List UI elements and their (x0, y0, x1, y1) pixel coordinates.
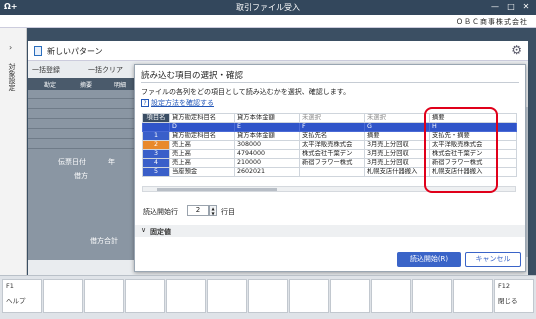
table-cell: 札幌支店什器搬入 (364, 167, 430, 177)
close-icon[interactable]: ✕ (519, 1, 533, 13)
title-bar: Ω+ 取引ファイル受入 — □ ✕ (0, 0, 536, 15)
table-cell: 貸方本体金額 (234, 131, 300, 141)
start-import-button[interactable]: 読込開始(R) (397, 252, 461, 267)
row-number: 4 (142, 158, 170, 168)
function-key[interactable] (166, 279, 206, 313)
row-number: 5 (142, 167, 170, 177)
pattern-title: 新しいパターン (47, 47, 103, 56)
function-key[interactable] (43, 279, 83, 313)
row-number: 1 (142, 131, 170, 141)
table-cell: 3月売上分回収 (364, 140, 430, 150)
target-settings-label[interactable]: 対象設定 (7, 63, 17, 91)
maximize-icon[interactable]: □ (504, 1, 518, 13)
scrollbar-thumb[interactable] (157, 188, 277, 191)
table-cell: 308000 (234, 140, 300, 150)
table-cell: 支払先名 (299, 131, 365, 141)
cancel-button[interactable]: キャンセル (465, 252, 521, 267)
document-icon (34, 46, 42, 56)
gear-icon[interactable]: ⚙ (511, 43, 522, 57)
expand-arrow-icon[interactable]: › (9, 43, 12, 52)
table-cell: 株式会社千葉デン (299, 149, 365, 159)
table-cell: 売上高 (169, 140, 235, 150)
minimize-icon[interactable]: — (488, 1, 502, 13)
column-letter[interactable]: G (364, 122, 430, 132)
function-key[interactable] (289, 279, 329, 313)
function-key[interactable] (330, 279, 370, 313)
table-cell: 売上高 (169, 158, 235, 168)
table-cell: 2602021 (234, 167, 300, 177)
f12-close-key[interactable]: F12 閉じる (494, 279, 534, 313)
column-letter[interactable]: F (299, 122, 365, 132)
row-number: 2 (142, 140, 170, 150)
company-name: ＯＢＣ商事株式会社 (456, 18, 528, 26)
table-cell: 210000 (234, 158, 300, 168)
function-key[interactable] (207, 279, 247, 313)
column-letter-corner (142, 122, 170, 132)
table-cell (299, 167, 365, 177)
voucher-date-label: 伝票日付 (58, 158, 86, 166)
help-link[interactable]: ? 設定方法を確認する (141, 98, 214, 108)
f1-help-key[interactable]: F1 ヘルプ (2, 279, 42, 313)
start-row-suffix: 行目 (221, 208, 235, 216)
highlight-annotation (424, 107, 498, 193)
function-key[interactable] (371, 279, 411, 313)
left-panel-strip: › 対象設定 (0, 28, 27, 275)
company-bar: ＯＢＣ商事株式会社 (0, 15, 536, 28)
start-row-label: 読込開始行 (143, 208, 178, 216)
function-key[interactable] (412, 279, 452, 313)
function-key[interactable] (84, 279, 124, 313)
background-table-body: 伝票日付 年 借方 借方合計 (28, 90, 134, 260)
dialog-description: ファイルの各列をどの項目として読み込むかを選択、確認します。 (141, 88, 351, 96)
column-item-select[interactable]: 未選択 (299, 113, 365, 123)
column-item-select[interactable]: 未選択 (364, 113, 430, 123)
year-label: 年 (108, 158, 115, 166)
table-cell: 売上高 (169, 149, 235, 159)
item-name-header: 項目名 (142, 113, 170, 123)
column-item-select[interactable]: 貸方勘定科目名 (169, 113, 235, 123)
table-cell: 太平洋販売株式会 (299, 140, 365, 150)
dialog-title: 読み込む項目の選択・確認 (141, 71, 244, 81)
bulk-clear-button: 一括クリア (88, 66, 123, 74)
background-toolbar: 一括登録 一括クリア (28, 65, 138, 77)
help-link-text[interactable]: 設定方法を確認する (151, 99, 214, 107)
table-cell: 当座預金 (169, 167, 235, 177)
debit-label: 借方 (74, 172, 88, 180)
title-divider (141, 82, 519, 83)
background-table-header: 勘定 摘要 明細 (28, 78, 138, 90)
column-letter[interactable]: E (234, 122, 300, 132)
start-row-stepper[interactable]: ▲ ▼ (209, 205, 217, 216)
start-row-input[interactable]: 2 (187, 205, 209, 216)
help-icon: ? (141, 99, 149, 107)
column-item-select[interactable]: 貸方本体金額 (234, 113, 300, 123)
debit-total-label: 借方合計 (90, 237, 118, 245)
window-title: 取引ファイル受入 (236, 3, 300, 12)
function-key[interactable] (248, 279, 288, 313)
function-key-bar: F1 ヘルプ F12 閉じる (0, 275, 536, 319)
table-cell: 4794000 (234, 149, 300, 159)
fixed-values-section[interactable]: ∨ 固定値 (135, 225, 525, 237)
table-cell: 3月売上分回収 (364, 149, 430, 159)
function-key[interactable] (125, 279, 165, 313)
bulk-register-button: 一括登録 (32, 66, 60, 74)
table-cell: 摘要 (364, 131, 430, 141)
table-cell: 貸方勘定科目名 (169, 131, 235, 141)
table-cell: 新宿フラワー株式 (299, 158, 365, 168)
fixed-values-label[interactable]: 固定値 (150, 227, 171, 237)
table-cell: 3月売上分回収 (364, 158, 430, 168)
chevron-down-icon[interactable]: ∨ (141, 226, 146, 234)
function-key[interactable] (453, 279, 493, 313)
pattern-bar: 新しいパターン ⚙ (28, 41, 528, 61)
row-number: 3 (142, 149, 170, 159)
column-letter[interactable]: D (169, 122, 235, 132)
